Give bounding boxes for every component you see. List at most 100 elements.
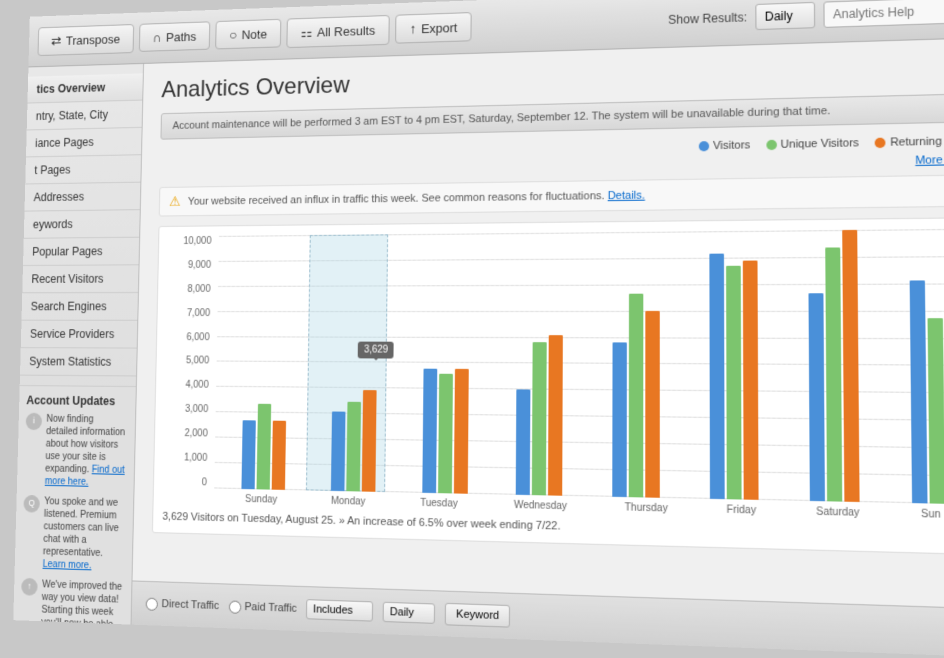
bar-blue-sunday — [241, 420, 255, 489]
sidebar-item-label: Recent Visitors — [31, 272, 103, 286]
bar-green-tuesday — [438, 374, 453, 494]
sidebar-item-addresses[interactable]: Addresses — [24, 183, 140, 212]
sidebar-item-label: iance Pages — [35, 135, 94, 149]
paid-traffic-radio[interactable]: Paid Traffic — [228, 600, 297, 615]
update-item-3: ↑ We've improved the way you view data! … — [19, 578, 124, 625]
transpose-button[interactable]: ⇄ Transpose — [38, 24, 134, 56]
direct-traffic-radio[interactable]: Direct Traffic — [146, 597, 220, 612]
sidebar-item-search-engines[interactable]: Search Engines — [21, 293, 137, 321]
legend-dot-unique — [766, 140, 777, 150]
main-content: Analytics Overview Account maintenance w… — [131, 38, 944, 658]
y-label-5000: 5,000 — [186, 356, 209, 367]
bar-orange-tuesday — [454, 369, 469, 494]
x-label-friday: Friday — [727, 504, 756, 516]
bar-orange-friday — [742, 261, 758, 500]
y-label-10000: 10,000 — [183, 236, 211, 247]
chart-tooltip: 3,629 — [358, 342, 394, 359]
sidebar-item-label: System Statistics — [29, 355, 111, 369]
includes-dropdown[interactable]: Includes — [306, 599, 373, 622]
y-label-2000: 2,000 — [184, 428, 207, 439]
daily-dropdown[interactable]: Daily — [383, 602, 435, 624]
bar-group-thursday — [612, 294, 660, 498]
bar-group-tuesday — [423, 369, 469, 494]
sidebar-item-label: tics Overview — [36, 81, 105, 96]
bar-group-wednesday — [516, 335, 563, 496]
update-icon-1: i — [26, 413, 43, 430]
all-results-button[interactable]: ⚏ All Results — [286, 14, 389, 47]
paid-traffic-input[interactable] — [228, 600, 241, 613]
bar-blue-sunday2 — [910, 280, 928, 503]
y-label-6000: 6,000 — [186, 332, 209, 343]
y-label-3000: 3,000 — [185, 404, 208, 415]
bars-container — [214, 229, 944, 505]
sidebar: tics Overview ntry, State, City iance Pa… — [13, 64, 144, 625]
x-label-monday: Monday — [331, 496, 366, 508]
traffic-details-link[interactable]: Details. — [608, 189, 645, 202]
bar-green-sunday2 — [927, 318, 944, 504]
note-icon: ○ — [229, 27, 237, 42]
sidebar-item-keywords[interactable]: eywords — [24, 210, 140, 239]
legend-returning: Returning Visitors — [875, 135, 944, 150]
toolbar-right: Show Results: Daily × — [668, 0, 944, 33]
sidebar-item-label: eywords — [33, 218, 73, 232]
note-button[interactable]: ○ Note — [215, 19, 281, 50]
y-label-7000: 7,000 — [187, 308, 210, 319]
bar-orange-thursday — [645, 311, 660, 498]
sidebar-item-overview[interactable]: tics Overview — [27, 73, 142, 103]
x-label-sunday: Sunday — [245, 494, 277, 506]
x-label-wednesday: Wednesday — [514, 500, 567, 512]
sidebar-item-label: Popular Pages — [32, 245, 103, 259]
direct-traffic-label: Direct Traffic — [161, 598, 219, 612]
direct-traffic-input[interactable] — [146, 597, 158, 610]
note-label: Note — [242, 26, 268, 41]
paid-traffic-label: Paid Traffic — [244, 601, 296, 615]
bar-blue-tuesday — [423, 369, 438, 493]
traffic-notice: ⚠ Your website received an influx in tra… — [159, 174, 944, 216]
legend-dot-visitors — [698, 141, 708, 151]
transpose-icon: ⇄ — [51, 33, 62, 49]
update-text-3: We've improved the way you view data! St… — [40, 578, 124, 624]
sidebar-item-system[interactable]: System Statistics — [20, 348, 137, 376]
update-link-2[interactable]: Learn more. — [43, 559, 92, 571]
bar-blue-wednesday — [516, 389, 531, 495]
x-label-sunday2: Sun — [921, 509, 941, 521]
chart-body: 3,629 — [214, 229, 944, 505]
paths-icon: ∩ — [152, 30, 161, 45]
legend-unique: Unique Visitors — [766, 137, 859, 151]
bar-blue-monday — [331, 412, 346, 492]
warning-icon: ⚠ — [169, 193, 181, 209]
paths-button[interactable]: ∩ Paths — [139, 21, 211, 52]
bar-orange-monday — [362, 390, 377, 492]
sidebar-item-recent[interactable]: Recent Visitors — [22, 265, 138, 293]
sidebar-item-popular[interactable]: Popular Pages — [23, 238, 139, 266]
traffic-notice-text: Your website received an influx in traff… — [188, 189, 645, 207]
paths-label: Paths — [166, 29, 197, 44]
show-results-dropdown[interactable]: Daily — [755, 2, 815, 30]
bar-green-sunday — [257, 404, 272, 490]
bar-orange-wednesday — [548, 335, 563, 496]
legend-label-unique: Unique Visitors — [781, 137, 859, 151]
x-label-saturday: Saturday — [816, 506, 859, 519]
sidebar-item-service[interactable]: Service Providers — [21, 321, 138, 349]
sidebar-item-pages[interactable]: t Pages — [25, 155, 141, 184]
update-icon-2: Q — [23, 495, 40, 513]
y-label-8000: 8,000 — [187, 284, 210, 295]
export-button[interactable]: ↑ Export — [395, 12, 472, 44]
update-text-2: You spoke and we listened. Premium custo… — [42, 495, 126, 573]
bar-group-sunday — [241, 404, 286, 490]
bar-green-friday — [726, 266, 742, 500]
bar-group-monday — [331, 390, 377, 492]
y-label-0: 0 — [202, 477, 207, 488]
sidebar-item-label: t Pages — [34, 163, 70, 177]
legend-label-visitors: Visitors — [713, 139, 750, 152]
bar-orange-saturday — [842, 230, 859, 502]
bar-group-saturday — [808, 230, 860, 502]
bar-green-saturday — [825, 248, 842, 502]
bar-blue-thursday — [612, 342, 627, 497]
x-label-tuesday: Tuesday — [420, 498, 458, 510]
sidebar-item-label: Service Providers — [30, 327, 115, 341]
sidebar-item-performance[interactable]: iance Pages — [26, 128, 142, 158]
search-input[interactable] — [823, 0, 944, 28]
sidebar-item-city[interactable]: ntry, State, City — [27, 101, 143, 131]
update-item-2: Q You spoke and we listened. Premium cus… — [22, 495, 126, 573]
